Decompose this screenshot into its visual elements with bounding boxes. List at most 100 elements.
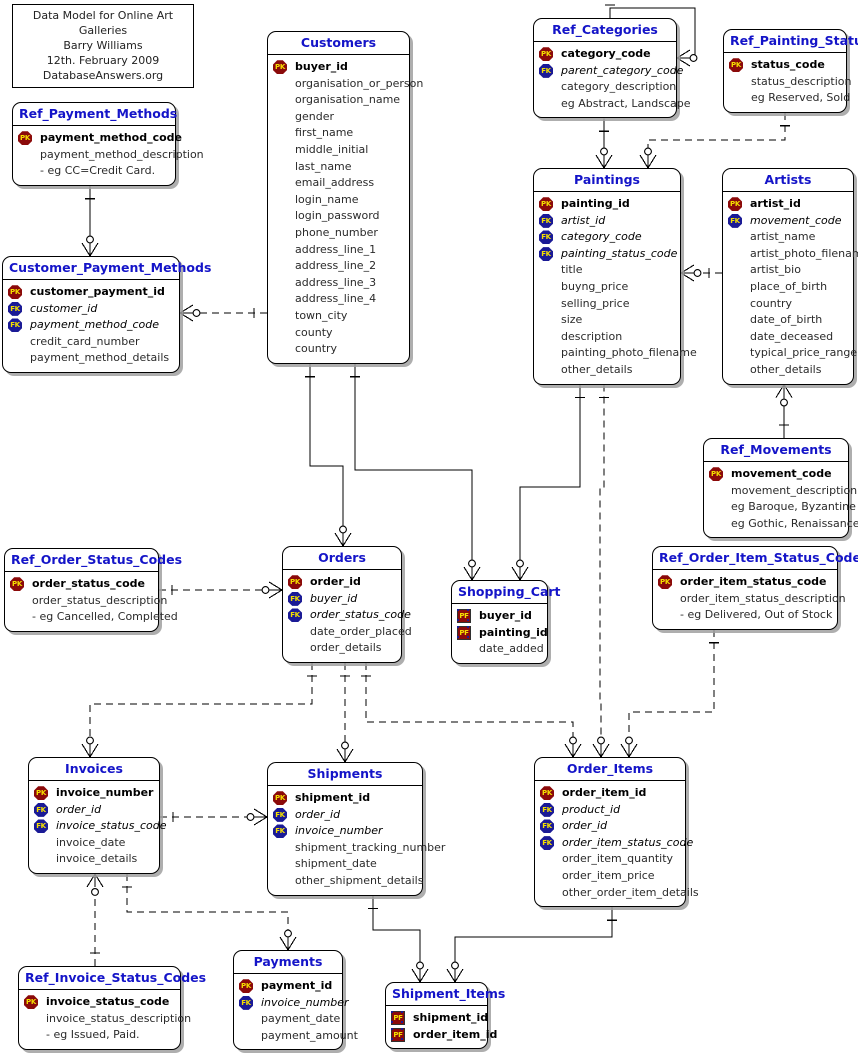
attribute-label: invoice_date	[56, 835, 126, 849]
attribute-label: order_status_description	[32, 593, 168, 607]
entity-orders[interactable]: Orders PK order_id FK buyer_id FK order_status…	[282, 546, 412, 663]
diagram-title-line-2: 12th. February 2009	[46, 54, 160, 67]
attribute-row: order_details	[288, 640, 395, 657]
entity-ref_painting_status[interactable]: Ref_Painting_Status PK status_code status_d…	[723, 29, 858, 113]
attribute-row: county	[273, 325, 403, 342]
attribute-label: order_item_id	[413, 1027, 498, 1041]
attribute-label: shipment_tracking_number	[295, 840, 446, 854]
pf-corner-dot	[391, 1037, 393, 1040]
entity-order_items[interactable]: Order_Items PK order_item_id FK product_id FK…	[534, 757, 699, 908]
entity-shipment_items[interactable]: Shipment_Items PF shipment_id PF order_item_…	[385, 982, 505, 1050]
attribute-label: credit_card_number	[30, 334, 140, 348]
key-badge-text: PK	[729, 58, 743, 73]
fk-key-icon: FK	[540, 836, 554, 851]
attribute-row: organisation_name	[273, 92, 403, 109]
attribute-label: address_line_1	[295, 242, 377, 256]
attribute-label: login_name	[295, 192, 359, 206]
connector-part	[454, 907, 613, 962]
attribute-label: eg Abstract, Landscape	[561, 96, 691, 110]
attribute-row: PF order_item_id	[391, 1027, 497, 1044]
connector-part	[600, 147, 608, 156]
entity-shopping_cart[interactable]: Shopping_Cart PF buyer_id PF painting_id date…	[451, 580, 561, 664]
key-badge-text: PK	[10, 577, 24, 592]
key-badge-text: PK	[540, 786, 554, 801]
attribute-label: organisation_or_person	[295, 76, 424, 90]
attribute-label: artist_id	[750, 197, 801, 210]
entity-ref_invoice_status_codes[interactable]: Ref_Invoice_Status_Codes PK invoice_status…	[18, 966, 206, 1050]
attribute-row: artist_name	[728, 229, 847, 246]
entity-paintings[interactable]: Paintings PK painting_id FK artist_id FK categ…	[533, 168, 697, 385]
attribute-label: login_password	[295, 209, 380, 223]
attribute-row: artist_photo_filename	[728, 246, 858, 263]
connector-part	[647, 154, 657, 169]
entity-title-ref_order_item_status_codes: Ref_Order_Item_Status_Codes	[653, 547, 858, 570]
connector-part	[179, 312, 194, 322]
connector-part	[519, 566, 529, 581]
attribute-row: description	[539, 329, 674, 346]
attribute-label: category_code	[561, 47, 651, 60]
connector-part	[647, 112, 786, 148]
pk-key-icon: PK	[34, 786, 48, 801]
entity-ref_order_item_status_codes[interactable]: Ref_Order_Item_Status_Codes PK order_item_…	[652, 546, 858, 630]
attribute-row: - eg Issued, Paid.	[24, 1027, 174, 1044]
entity-ref_movements[interactable]: Ref_Movements PK movement_code movement_des…	[703, 438, 858, 539]
entity-title-ref_movements: Ref_Movements	[704, 439, 848, 462]
fk-key-icon: FK	[540, 819, 554, 834]
fk-key-icon: FK	[539, 63, 553, 78]
entity-customer_payment_methods[interactable]: Customer_Payment_Methods PK customer_payme…	[2, 256, 211, 373]
attribute-label: artist_bio	[750, 263, 801, 277]
attribute-label: order_item_id	[562, 786, 647, 799]
attribute-label: movement_description	[731, 483, 858, 497]
key-badge-text: FK	[273, 807, 287, 822]
key-badge-text: FK	[288, 608, 302, 623]
entity-payments[interactable]: Payments PK payment_id FK invoice_number paym…	[233, 950, 358, 1051]
connector-part	[693, 269, 702, 277]
key-badge-text: PK	[273, 791, 287, 806]
attribute-row: PK buyer_id	[273, 59, 403, 76]
attribute-row: date_added	[457, 641, 544, 658]
key-badge-text: FK	[8, 301, 22, 316]
entity-customers[interactable]: Customers PK buyer_id organisation_or_perso…	[267, 31, 423, 364]
attribute-label: selling_price	[561, 296, 630, 310]
pk-key-icon: PK	[18, 131, 32, 146]
attribute-row: order_item_quantity	[540, 851, 679, 868]
pk-key-icon: PK	[239, 979, 253, 994]
attribute-row: other_details	[539, 362, 674, 379]
attribute-row: eg Baroque, Byzantine	[709, 499, 856, 516]
attribute-label: customer_payment_id	[30, 285, 165, 298]
key-badge-text: FK	[34, 802, 48, 817]
connector-part	[253, 816, 268, 826]
entity-title-shipments: Shipments	[268, 763, 422, 786]
attribute-row: other_order_item_details	[540, 885, 699, 902]
attribute-label: date_added	[479, 642, 544, 656]
connector-part	[341, 741, 349, 750]
pk-key-icon: PK	[709, 467, 723, 482]
connector-part	[268, 581, 283, 591]
connector-part	[89, 242, 99, 257]
key-badge-text: PK	[239, 979, 253, 994]
attribute-label: order_item_status_description	[680, 591, 846, 605]
key-badge-text: FK	[728, 213, 742, 228]
connector-part	[336, 748, 346, 763]
connector-part	[416, 961, 424, 970]
entity-invoices[interactable]: Invoices PK invoice_number FK order_id FK invo…	[28, 757, 166, 874]
entity-shipments[interactable]: Shipments PK shipment_id FK order_id FK invoic…	[267, 762, 445, 896]
entity-ref_categories[interactable]: Ref_Categories PK category_code FK parent_ca…	[533, 18, 691, 119]
attribute-label: eg Baroque, Byzantine	[731, 500, 856, 514]
attribute-label: payment_amount	[261, 1028, 358, 1042]
entity-ref_order_status_codes[interactable]: Ref_Order_Status_Codes PK order_status_cod…	[4, 548, 182, 632]
connector-part	[592, 743, 602, 758]
entity-artists[interactable]: Artists PK artist_id FK movement_code artist_…	[722, 168, 858, 385]
entity-title-customer_payment_methods: Customer_Payment_Methods	[3, 257, 211, 280]
attribute-row: country	[728, 296, 847, 313]
key-badge-text: FK	[273, 824, 287, 839]
pk-key-icon: PK	[729, 58, 743, 73]
entity-ref_payment_methods[interactable]: Ref_Payment_Methods PK payment_method_code…	[12, 102, 204, 186]
connector-part	[91, 888, 99, 896]
connector-part	[261, 586, 270, 594]
attribute-row: email_address	[273, 175, 403, 192]
attribute-label: address_line_4	[295, 292, 377, 306]
attribute-row: payment_amount	[239, 1028, 358, 1045]
connector-part	[253, 808, 268, 818]
attribute-label: buyng_price	[561, 279, 629, 293]
